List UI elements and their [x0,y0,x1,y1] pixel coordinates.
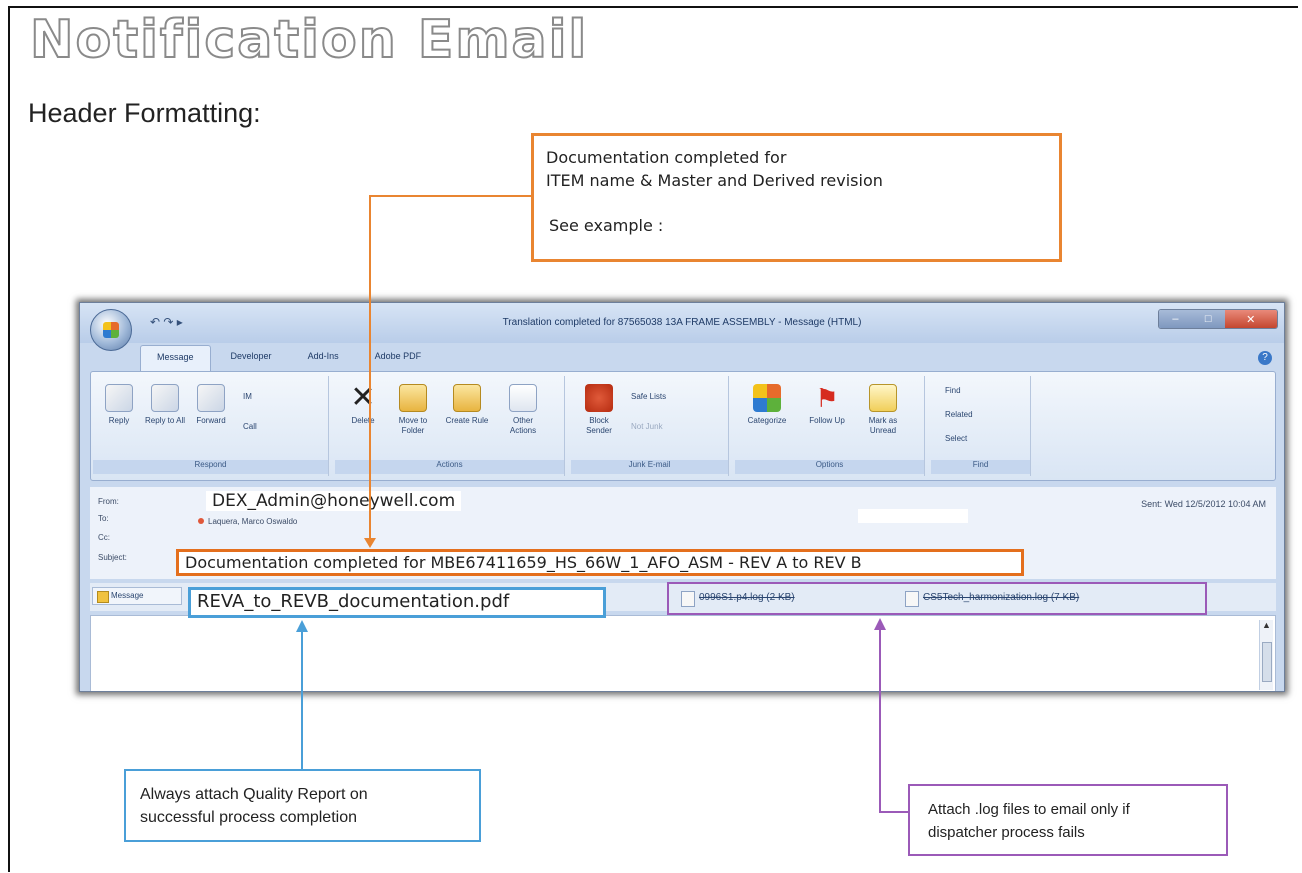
ribbon-group-label: Options [735,460,924,474]
ribbon: Reply Reply to All Forward IM Call Respo… [90,371,1276,481]
cc-label: Cc: [98,533,110,542]
related-button[interactable]: Related [945,410,973,419]
log-attachments-highlight: 0996S1.p4.log (2 KB) CS5Tech_harmonizati… [667,582,1207,615]
block-sender-button[interactable]: Block Sender [577,384,621,436]
reply-all-icon [151,384,179,412]
callout-line: Documentation completed for [546,148,787,167]
reply-all-button[interactable]: Reply to All [143,384,187,426]
ribbon-group-label: Respond [93,460,328,474]
other-actions-button[interactable]: Other Actions [501,384,545,436]
im-button[interactable]: IM [243,392,252,401]
to-recipient[interactable]: Laquera, Marco Oswaldo [198,517,297,526]
redacted-block [858,509,968,523]
call-button[interactable]: Call [243,422,257,431]
callout-line: See example : [549,216,664,235]
forward-button[interactable]: Forward [189,384,233,426]
ribbon-group-find: Find Related Select Find [931,376,1031,476]
log-attachment[interactable]: 0996S1.p4.log (2 KB) [677,588,867,608]
tab-developer[interactable]: Developer [215,345,288,371]
ribbon-group-actions: ✕ Delete Move to Folder Create Rule Other… [335,376,565,476]
vertical-scrollbar[interactable]: ▲ [1259,620,1273,690]
message-tab[interactable]: Message [92,587,182,605]
outlook-message-window: ↶ ↷ ▸ Translation completed for 87565038… [79,302,1285,692]
log-attachment[interactable]: CS5Tech_harmonization.log (7 KB) [901,588,1201,608]
reply-button[interactable]: Reply [97,384,141,426]
callout-log-files: Attach .log files to email only if dispa… [908,784,1228,856]
tab-adobe-pdf[interactable]: Adobe PDF [359,345,438,371]
scroll-thumb[interactable] [1262,642,1272,682]
categorize-button[interactable]: Categorize [745,384,789,426]
ribbon-tabs: Message Developer Add-Ins Adobe PDF [140,345,437,371]
document-icon [509,384,537,412]
from-label: From: [98,497,119,506]
follow-up-button[interactable]: ⚑ Follow Up [805,384,849,426]
scroll-up-icon[interactable]: ▲ [1260,620,1273,630]
minimize-icon[interactable]: – [1159,310,1192,328]
callout-line: Always attach Quality Report on [140,786,368,803]
move-to-folder-button[interactable]: Move to Folder [391,384,435,436]
forward-icon [197,384,225,412]
ribbon-group-junk: Block Sender Safe Lists Not Junk Junk E-… [571,376,729,476]
callout-line: successful process completion [140,809,357,826]
ribbon-group-respond: Reply Reply to All Forward IM Call Respo… [93,376,329,476]
safe-lists-button[interactable]: Safe Lists [631,392,666,401]
find-button[interactable]: Find [945,386,961,395]
window-controls: – □ ✕ [1158,309,1278,329]
callout-line: ITEM name & Master and Derived revision [546,171,883,190]
tab-message[interactable]: Message [140,345,211,371]
reply-icon [105,384,133,412]
slide-frame-left [8,6,10,872]
close-icon[interactable]: ✕ [1224,310,1277,328]
envelope-icon [869,384,897,412]
callout-line: dispatcher process fails [928,824,1085,841]
folder-icon [399,384,427,412]
block-icon [585,384,613,412]
ribbon-group-options: Categorize ⚑ Follow Up Mark as Unread Opt… [735,376,925,476]
help-icon[interactable]: ? [1258,351,1272,365]
ribbon-group-label: Junk E-mail [571,460,728,474]
categorize-icon [753,384,781,412]
to-label: To: [98,514,109,523]
delete-icon: ✕ [350,381,376,414]
not-junk-button[interactable]: Not Junk [631,422,663,431]
message-body[interactable]: ▲ [90,615,1276,691]
from-address[interactable]: DEX_Admin@honeywell.com [206,491,462,511]
office-button-icon[interactable] [90,309,132,351]
delete-button[interactable]: ✕ Delete [341,381,385,426]
slide-frame-top [8,6,1298,8]
callout-quality-report: Always attach Quality Report on successf… [124,769,481,842]
subject-highlight: Documentation completed for MBE67411659_… [176,549,1024,576]
slide-title: Notification Email [29,9,589,71]
callout-documentation: Documentation completed for ITEM name & … [531,133,1062,262]
create-rule-button[interactable]: Create Rule [445,384,489,426]
maximize-icon[interactable]: □ [1191,310,1225,328]
slide-subtitle: Header Formatting: [28,98,261,128]
sent-timestamp: Sent: Wed 12/5/2012 10:04 AM [1141,499,1266,509]
pdf-attachment[interactable]: REVA_to_REVB_documentation.pdf [188,587,606,618]
window-titlebar: ↶ ↷ ▸ Translation completed for 87565038… [80,303,1284,343]
ribbon-group-label: Actions [335,460,564,474]
ribbon-group-label: Find [931,460,1030,474]
mark-unread-button[interactable]: Mark as Unread [861,384,905,436]
rule-icon [453,384,481,412]
subject-label: Subject: [98,553,127,562]
window-title: Translation completed for 87565038 13A F… [502,317,862,328]
tab-add-ins[interactable]: Add-Ins [292,345,355,371]
flag-icon: ⚑ [815,383,839,413]
callout-line: Attach .log files to email only if [928,801,1130,818]
select-button[interactable]: Select [945,434,967,443]
presence-icon [198,518,204,524]
